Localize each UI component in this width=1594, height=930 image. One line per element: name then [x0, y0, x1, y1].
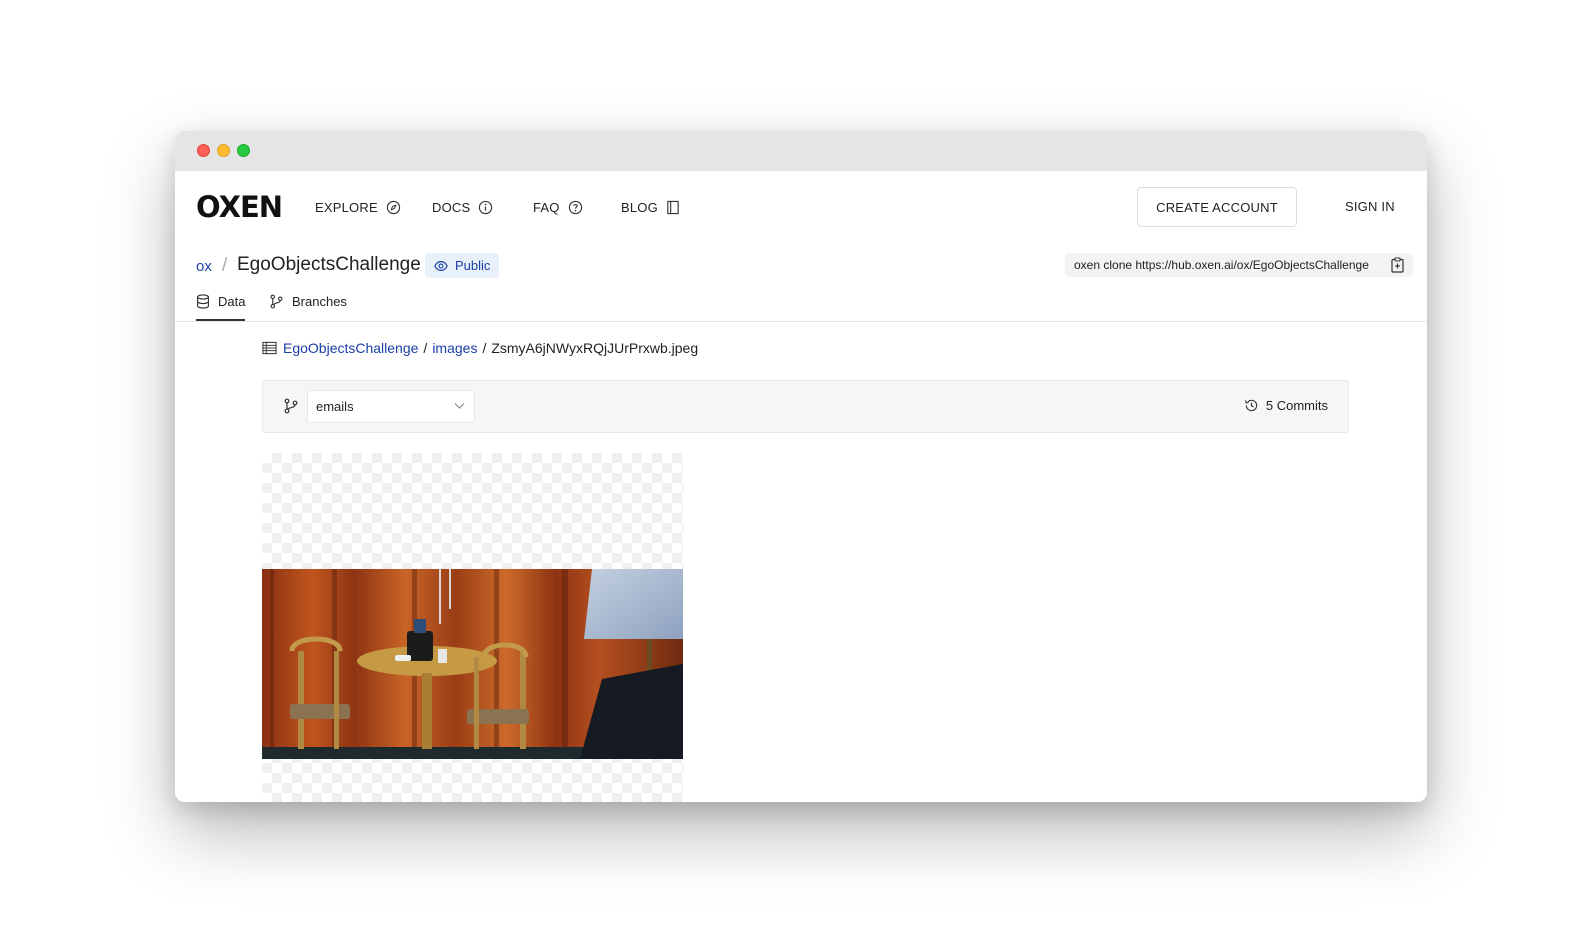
nav-explore[interactable]: EXPLORE [315, 200, 401, 215]
visibility-label: Public [455, 258, 491, 273]
info-icon [479, 200, 493, 215]
create-account-button[interactable]: CREATE ACCOUNT [1137, 187, 1297, 227]
image-preview-photo [262, 569, 683, 759]
page-content: OXEN EXPLORE DOCS FAQ BLOG CREATE ACCOUN… [175, 171, 1427, 802]
repo-path-separator: / [222, 255, 228, 276]
nav-docs[interactable]: DOCS [432, 200, 493, 215]
visibility-badge: Public [425, 253, 500, 278]
book-icon [667, 200, 679, 215]
table-icon [262, 341, 277, 355]
clipboard-copy-icon[interactable] [1391, 257, 1404, 273]
nav-blog-label: BLOG [621, 200, 658, 215]
tab-branches-label: Branches [292, 294, 347, 309]
close-window-button[interactable] [197, 144, 210, 157]
oxen-logo[interactable]: OXEN [196, 190, 283, 224]
nav-docs-label: DOCS [432, 200, 471, 215]
repo-title[interactable]: EgoObjectsChallenge [237, 254, 421, 276]
chevron-down-icon [454, 403, 465, 409]
database-icon [196, 294, 210, 309]
clone-command[interactable]: oxen clone https://hub.oxen.ai/ox/EgoObj… [1065, 253, 1413, 277]
compass-icon [386, 200, 400, 215]
breadcrumb-folder-link[interactable]: images [432, 340, 477, 356]
clone-command-text: oxen clone https://hub.oxen.ai/ox/EgoObj… [1074, 258, 1369, 272]
tab-data[interactable]: Data [196, 294, 245, 309]
tab-branches[interactable]: Branches [269, 294, 347, 309]
repo-owner-link[interactable]: ox [196, 258, 212, 275]
commits-count: 5 Commits [1265, 398, 1328, 413]
tabs-divider [175, 321, 1427, 322]
image-preview [262, 453, 683, 802]
minimize-window-button[interactable] [217, 144, 230, 157]
tab-data-label: Data [218, 294, 246, 309]
nav-faq[interactable]: FAQ [533, 200, 583, 215]
breadcrumb: EgoObjectsChallenge / images / ZsmyA6jNW… [262, 340, 698, 356]
browser-window: OXEN EXPLORE DOCS FAQ BLOG CREATE ACCOUN… [175, 131, 1427, 802]
sign-in-link[interactable]: SIGN IN [1345, 199, 1395, 214]
breadcrumb-separator: / [423, 340, 428, 356]
window-titlebar [175, 131, 1427, 171]
git-branch-icon [270, 294, 283, 309]
nav-blog[interactable]: BLOG [621, 200, 680, 215]
eye-icon [434, 260, 448, 271]
nav-faq-label: FAQ [533, 200, 560, 215]
breadcrumb-separator: / [482, 340, 487, 356]
branch-toolbar: emails 5 Commits [262, 380, 1349, 433]
selected-branch: emails [316, 399, 354, 414]
help-circle-icon [568, 200, 582, 215]
nav-explore-label: EXPLORE [315, 200, 378, 215]
branch-select[interactable]: emails [307, 390, 475, 423]
breadcrumb-repo-link[interactable]: EgoObjectsChallenge [283, 340, 418, 356]
commits-link[interactable]: 5 Commits [1244, 398, 1328, 413]
breadcrumb-current-file: ZsmyA6jNWyxRQjJUrPrxwb.jpeg [491, 340, 699, 356]
maximize-window-button[interactable] [237, 144, 250, 157]
history-icon [1245, 399, 1258, 412]
git-branch-icon [284, 398, 298, 414]
